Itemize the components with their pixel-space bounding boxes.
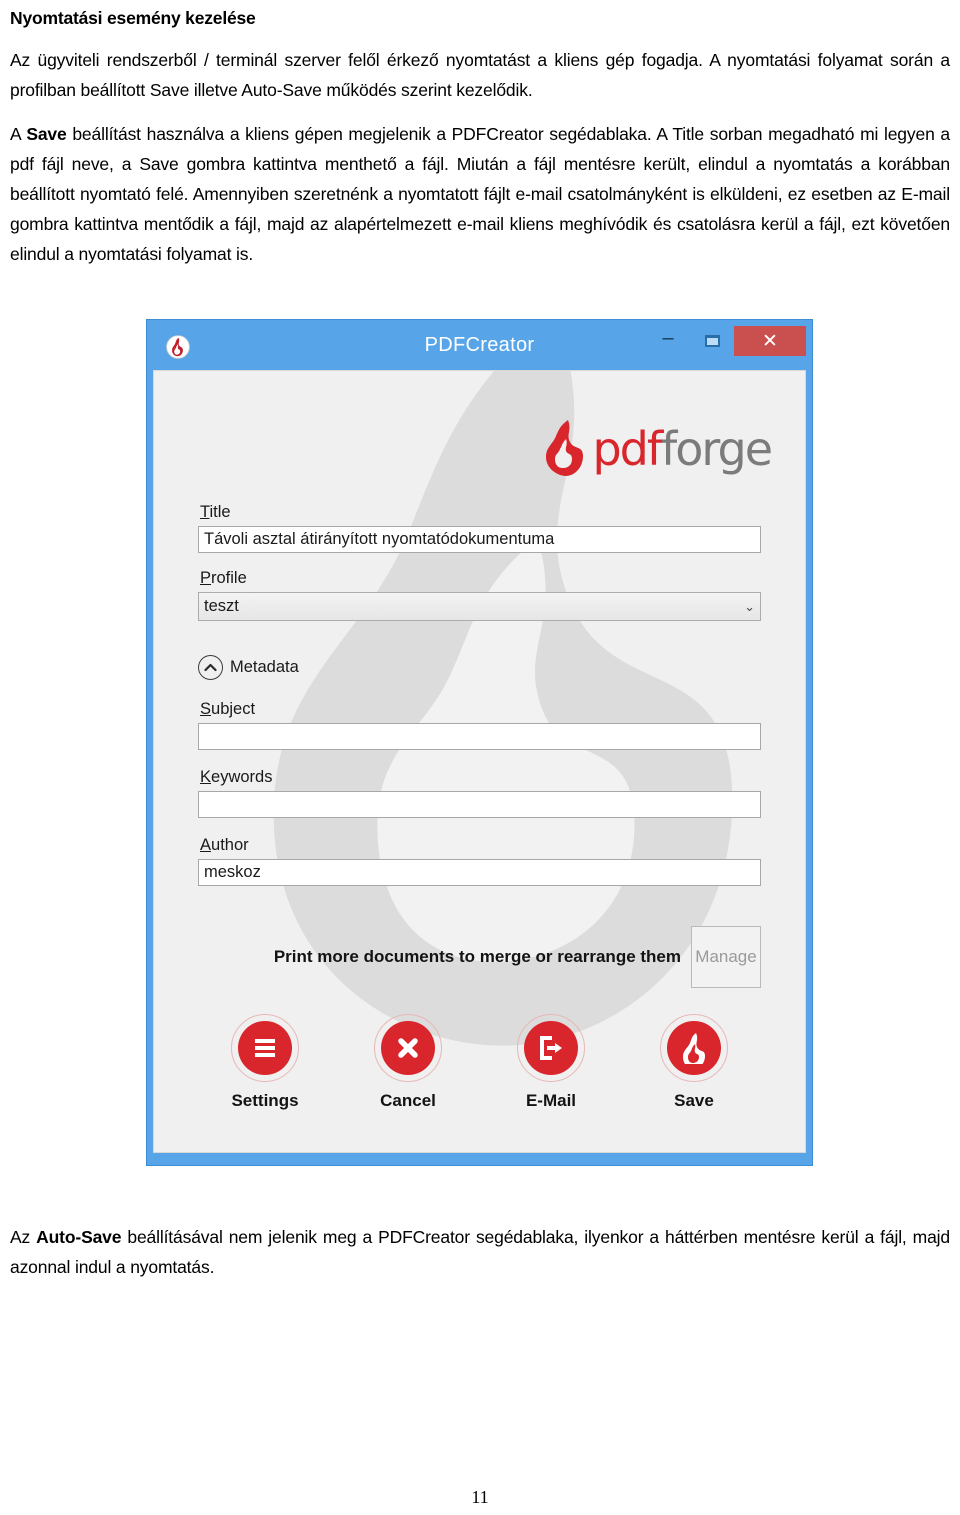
title-input[interactable]: [198, 526, 761, 553]
settings-button-disc: [238, 1021, 292, 1075]
manage-button-label: Manage: [695, 947, 757, 966]
chevron-up-icon: [204, 663, 217, 672]
maximize-icon: [704, 335, 720, 347]
author-input[interactable]: [198, 859, 761, 886]
author-label-rest: uthor: [211, 836, 249, 854]
x-circle-icon: [398, 1038, 418, 1058]
cancel-button-disc: [381, 1021, 435, 1075]
paragraph-autosave: Az Auto-Save beállításával nem jelenik m…: [10, 1222, 950, 1282]
action-button-bar: Settings Cancel E-Mail Save: [198, 1014, 761, 1111]
subject-accelerator: S: [200, 700, 212, 718]
brand-forge: forge: [661, 422, 773, 476]
email-button-label: E-Mail: [525, 1091, 577, 1110]
keywords-input[interactable]: [198, 791, 761, 818]
paragraph-intro-text: Az ügyviteli rendszerből / terminál szer…: [10, 50, 950, 100]
pdfcreator-window: PDFCreator – ✕ pdfforge Title Távoli asz…: [147, 320, 812, 1165]
page-number: 11: [471, 1487, 489, 1507]
save-button-disc: [667, 1021, 721, 1075]
email-button-disc: [524, 1021, 578, 1075]
window-controls: – ✕: [646, 326, 806, 356]
metadata-collapse-toggle[interactable]: [198, 655, 223, 680]
paragraph-autosave-bold: Auto-Save: [36, 1227, 122, 1247]
save-button-label: Save: [674, 1091, 714, 1110]
merge-documents-row: Print more documents to merge or rearran…: [198, 926, 761, 988]
keywords-accelerator: K: [200, 768, 212, 786]
pdfforge-brand: pdfforge: [538, 419, 773, 479]
minimize-button[interactable]: –: [646, 326, 690, 356]
hamburger-menu-icon: [255, 1039, 275, 1057]
profile-label-rest: rofile: [211, 569, 247, 587]
paragraph-autosave-pre: Az: [10, 1227, 37, 1247]
metadata-label-rest: etadata: [243, 658, 299, 676]
email-button[interactable]: E-Mail: [496, 1014, 606, 1111]
close-button[interactable]: ✕: [734, 326, 806, 356]
form-content: Title Profile teszt ⌄ Metadata Subje: [154, 371, 805, 1111]
metadata-accelerator: M: [230, 658, 244, 676]
window-titlebar: PDFCreator – ✕: [153, 326, 806, 370]
chevron-down-icon: ⌄: [744, 598, 755, 614]
page-title: Nyomtatási esemény kezelése: [10, 8, 256, 28]
close-icon: ✕: [762, 330, 778, 352]
profile-accelerator: P: [200, 569, 212, 587]
settings-button-label: Settings: [231, 1091, 299, 1110]
save-button-ring: [660, 1014, 728, 1082]
subject-label-rest: ubject: [211, 700, 256, 718]
pdfforge-wordmark: pdfforge: [592, 426, 773, 472]
paragraph-save-flow: A Save beállítást használva a kliens gép…: [10, 119, 950, 269]
export-arrow-icon: [540, 1036, 562, 1060]
dialog-client-area: pdfforge Title Profile teszt ⌄ M: [153, 370, 806, 1153]
cancel-button-ring: [374, 1014, 442, 1082]
subject-input[interactable]: [198, 723, 761, 750]
settings-button-ring: [231, 1014, 299, 1082]
subject-label: Subject: [200, 700, 761, 719]
metadata-label: Metadata: [230, 658, 299, 677]
profile-select[interactable]: teszt ⌄: [198, 592, 761, 621]
flame-icon: [683, 1033, 705, 1064]
save-button[interactable]: Save: [639, 1014, 749, 1111]
minimize-icon: –: [662, 326, 674, 349]
settings-button[interactable]: Settings: [210, 1014, 320, 1111]
paragraph-autosave-post: beállításával nem jelenik meg a PDFCreat…: [10, 1227, 950, 1277]
author-accelerator: A: [200, 836, 212, 854]
title-label: Title: [200, 503, 761, 522]
profile-label: Profile: [200, 569, 761, 588]
brand-pdf: pdf: [592, 422, 663, 476]
maximize-button[interactable]: [690, 326, 734, 356]
author-label: Author: [200, 836, 761, 855]
paragraph-save-flow-bold: Save: [26, 124, 67, 144]
paragraph-intro: Az ügyviteli rendszerből / terminál szer…: [10, 45, 950, 105]
title-label-rest: itle: [209, 503, 231, 521]
manage-button[interactable]: Manage: [691, 926, 761, 988]
pdfforge-flame-icon: [546, 420, 584, 476]
document-footer-text: Az Auto-Save beállításával nem jelenik m…: [10, 1222, 950, 1282]
merge-hint-text: Print more documents to merge or rearran…: [273, 947, 681, 966]
cancel-button[interactable]: Cancel: [353, 1014, 463, 1111]
cancel-button-label: Cancel: [380, 1091, 436, 1110]
profile-selected-value: teszt: [204, 597, 239, 615]
email-button-ring: [517, 1014, 585, 1082]
paragraph-save-flow-post: beállítást használva a kliens gépen megj…: [10, 124, 950, 264]
paragraph-save-flow-pre: A: [10, 124, 27, 144]
keywords-label: Keywords: [200, 768, 761, 787]
metadata-section-header[interactable]: Metadata: [198, 655, 761, 680]
keywords-label-rest: eywords: [211, 768, 273, 786]
document-body: Nyomtatási esemény kezelése Az ügyviteli…: [10, 0, 950, 269]
